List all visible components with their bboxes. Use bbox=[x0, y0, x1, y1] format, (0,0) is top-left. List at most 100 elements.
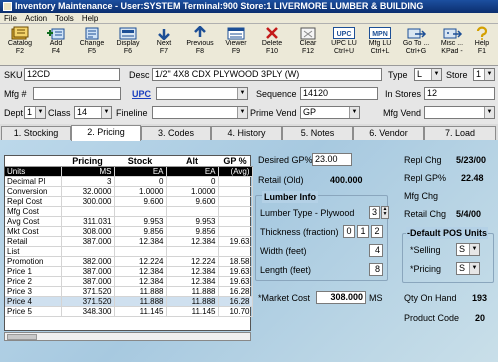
grid-cell[interactable]: 0 bbox=[166, 176, 219, 187]
grid-cell[interactable]: 371.520 bbox=[61, 296, 115, 307]
grid-cell[interactable] bbox=[166, 206, 219, 217]
in-stores-field[interactable]: 12 bbox=[424, 87, 495, 100]
delete-button[interactable]: Delete F10 bbox=[253, 26, 291, 64]
type-dropdown-icon[interactable]: ▼ bbox=[431, 69, 441, 80]
grid-cell[interactable]: 308.000 bbox=[61, 226, 115, 237]
grid-cell[interactable]: 3 bbox=[61, 176, 115, 187]
grid-cell[interactable]: 32.0000 bbox=[61, 186, 115, 197]
sku-field[interactable]: 12CD bbox=[24, 68, 120, 81]
grid-cell[interactable]: 9.600 bbox=[166, 196, 219, 207]
goto-button[interactable]: Go To ... Ctrl+G bbox=[397, 26, 435, 64]
grid-cell[interactable]: 371.520 bbox=[61, 286, 115, 297]
grid-cell[interactable]: 11.888 bbox=[166, 296, 219, 307]
pricing-grid[interactable]: Pricing Stock Alt GP % Units MS EA EA (Avg) D… bbox=[4, 155, 253, 331]
grid-cell[interactable] bbox=[114, 246, 167, 257]
grid-cell[interactable]: Decimal Pl bbox=[5, 176, 62, 187]
grid-row[interactable]: Units MS EA EA (Avg) bbox=[5, 166, 253, 177]
grid-row[interactable]: Mfg Cost bbox=[5, 206, 253, 217]
store-dropdown-icon[interactable]: ▼ bbox=[484, 69, 494, 80]
tab-vendor[interactable]: 6. Vendor bbox=[353, 126, 424, 140]
grid-row[interactable]: Price 3 371.520 11.888 11.888 16.28 bbox=[5, 286, 253, 297]
grid-cell[interactable] bbox=[114, 206, 167, 217]
grid-cell[interactable]: 12.384 bbox=[166, 236, 219, 247]
grid-row[interactable]: Retail 387.000 12.384 12.384 19.63 bbox=[5, 236, 253, 247]
grid-row[interactable]: Conversion 32.0000 1.0000 1.0000 bbox=[5, 186, 253, 197]
class-select[interactable]: 14 ▼ bbox=[74, 106, 112, 119]
fineline-dropdown-icon[interactable]: ▼ bbox=[237, 107, 247, 118]
grid-cell[interactable]: Mfg Cost bbox=[5, 206, 62, 217]
grid-cell[interactable]: List bbox=[5, 246, 62, 257]
tab-history[interactable]: 4. History bbox=[211, 126, 282, 140]
grid-cell[interactable]: Price 2 bbox=[5, 276, 62, 287]
grid-cell[interactable]: 10.70 bbox=[218, 306, 253, 317]
selling-select[interactable]: S ▼ bbox=[456, 243, 480, 256]
tab-codes[interactable]: 3. Codes bbox=[141, 126, 211, 140]
grid-cell[interactable]: 300.000 bbox=[61, 196, 115, 207]
upc-lookup-button[interactable]: UPC UPC LU Ctrl+U bbox=[325, 26, 363, 64]
grid-cell[interactable]: 1.0000 bbox=[114, 186, 167, 197]
grid-cell[interactable]: Price 1 bbox=[5, 266, 62, 277]
class-dropdown-icon[interactable]: ▼ bbox=[101, 107, 111, 118]
grid-cell[interactable]: 348.300 bbox=[61, 306, 115, 317]
grid-cell[interactable]: 12.224 bbox=[166, 256, 219, 267]
grid-cell[interactable]: Repl Cost bbox=[5, 196, 62, 207]
grid-row[interactable]: Repl Cost 300.000 9.600 9.600 bbox=[5, 196, 253, 207]
dept-dropdown-icon[interactable]: ▼ bbox=[35, 107, 45, 118]
next-button[interactable]: Next F7 bbox=[145, 26, 183, 64]
grid-cell[interactable] bbox=[166, 246, 219, 257]
grid-cell[interactable]: (Avg) bbox=[218, 166, 253, 177]
clear-button[interactable]: Clear F12 bbox=[289, 26, 327, 64]
grid-row[interactable]: List bbox=[5, 246, 253, 257]
upc-dropdown-icon[interactable]: ▼ bbox=[237, 88, 247, 99]
grid-cell[interactable]: 16.28 bbox=[218, 286, 253, 297]
desc-field[interactable]: 1/2" 4X8 CDX PLYWOOD 3PLY (W) bbox=[152, 68, 382, 81]
add-button[interactable]: Add F4 bbox=[37, 26, 75, 64]
grid-row[interactable]: Promotion 382.000 12.224 12.224 18.58 bbox=[5, 256, 253, 267]
grid-cell[interactable]: 382.000 bbox=[61, 256, 115, 267]
grid-cell[interactable]: Units bbox=[5, 166, 62, 177]
grid-row[interactable]: Decimal Pl 3 0 0 bbox=[5, 176, 253, 187]
dept-select[interactable]: 1 ▼ bbox=[24, 106, 46, 119]
grid-cell[interactable]: Conversion bbox=[5, 186, 62, 197]
grid-cell[interactable]: 18.58 bbox=[218, 256, 253, 267]
menu-action[interactable]: Action bbox=[21, 13, 51, 24]
grid-cell[interactable]: 16.28 bbox=[218, 296, 253, 307]
thickness-numerator-field[interactable]: 1 bbox=[357, 225, 369, 238]
grid-cell[interactable]: 9.856 bbox=[114, 226, 167, 237]
store-select[interactable]: 1 ▼ bbox=[473, 68, 495, 81]
prime-vend-dropdown-icon[interactable]: ▼ bbox=[349, 107, 359, 118]
grid-cell[interactable]: 19.63 bbox=[218, 276, 253, 287]
grid-cell[interactable]: 9.953 bbox=[114, 216, 167, 227]
pricing-unit-dropdown-icon[interactable]: ▼ bbox=[469, 263, 479, 274]
display-button[interactable]: Display F6 bbox=[109, 26, 147, 64]
menu-tools[interactable]: Tools bbox=[51, 13, 78, 24]
desired-gp-field[interactable]: 23.00 bbox=[312, 153, 352, 166]
grid-cell[interactable]: Mkt Cost bbox=[5, 226, 62, 237]
menu-help[interactable]: Help bbox=[78, 13, 102, 24]
grid-cell[interactable]: 11.888 bbox=[114, 296, 167, 307]
grid-row[interactable]: Price 2 387.000 12.384 12.384 19.63 bbox=[5, 276, 253, 287]
thickness-whole-field[interactable]: 0 bbox=[343, 225, 355, 238]
grid-cell[interactable]: Price 3 bbox=[5, 286, 62, 297]
change-button[interactable]: Change F5 bbox=[73, 26, 111, 64]
grid-cell[interactable]: 9.856 bbox=[166, 226, 219, 237]
grid-cell[interactable]: 12.224 bbox=[114, 256, 167, 267]
grid-cell[interactable]: 12.384 bbox=[114, 266, 167, 277]
grid-cell[interactable]: Price 5 bbox=[5, 306, 62, 317]
mfg-field[interactable] bbox=[33, 87, 121, 100]
grid-cell[interactable]: 9.953 bbox=[166, 216, 219, 227]
grid-cell[interactable]: 11.888 bbox=[166, 286, 219, 297]
grid-cell[interactable]: 11.888 bbox=[114, 286, 167, 297]
upc-select[interactable]: ▼ bbox=[156, 87, 248, 100]
lumber-type-spinner[interactable]: ▲ ▼ bbox=[381, 206, 389, 219]
grid-horizontal-scrollbar[interactable] bbox=[4, 332, 251, 341]
menu-file[interactable]: File bbox=[0, 13, 21, 24]
tab-stocking[interactable]: 1. Stocking bbox=[1, 126, 71, 140]
grid-cell[interactable]: EA bbox=[114, 166, 167, 177]
length-field[interactable]: 8 bbox=[369, 263, 383, 276]
grid-cell[interactable]: 387.000 bbox=[61, 236, 115, 247]
mfg-vend-select[interactable]: ▼ bbox=[424, 106, 495, 119]
grid-row[interactable]: Avg Cost 311.031 9.953 9.953 bbox=[5, 216, 253, 227]
thickness-denominator-field[interactable]: 2 bbox=[371, 225, 383, 238]
grid-cell[interactable] bbox=[218, 226, 253, 237]
